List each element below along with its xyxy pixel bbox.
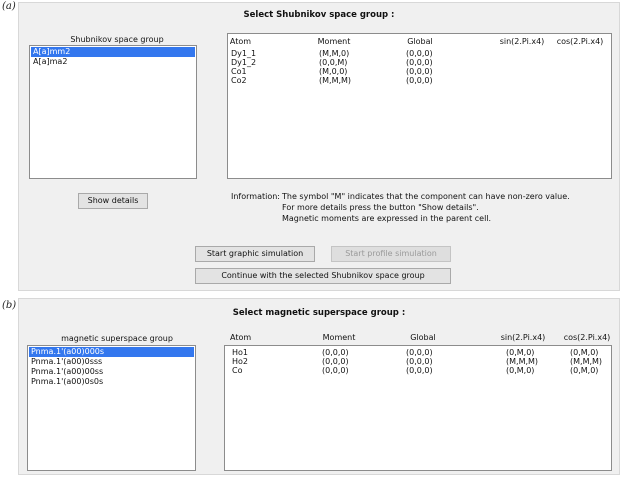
start-profile-simulation-button[interactable]: Start profile simulation — [331, 246, 451, 262]
col-header-global: Global — [410, 333, 436, 342]
shubnikov-group-list[interactable]: A[a]mm2 A[a]ma2 — [29, 45, 197, 179]
continue-shubnikov-button[interactable]: Continue with the selected Shubnikov spa… — [195, 268, 451, 284]
group-item[interactable]: Pnma.1'(a00)0s0s — [29, 377, 194, 387]
cell-moment: (0,0,0) — [322, 348, 349, 357]
cell-atom: Dy1_2 — [231, 58, 257, 67]
cell-moment: (0,0,0) — [322, 357, 349, 366]
cell-global: (0,0,0) — [406, 58, 433, 67]
cell-atom: Co1 — [231, 67, 247, 76]
group-item[interactable]: Pnma.1'(a00)00ss — [29, 367, 194, 377]
show-details-button[interactable]: Show details — [78, 193, 148, 209]
cell-atom: Co — [232, 366, 243, 375]
cell-global: (0,0,0) — [406, 49, 433, 58]
col-header-sin: sin(2.Pi.x4) — [500, 333, 546, 342]
info-line: For more details press the button "Show … — [282, 203, 479, 212]
cell-atom: Dy1_1 — [231, 49, 257, 58]
cell-global: (0,0,0) — [406, 348, 433, 357]
superspace-atom-table: Ho1 (0,0,0) (0,0,0) (0,M,0) (0,M,0) Ho2 … — [224, 345, 612, 471]
shubnikov-list-caption: Shubnikov space group — [70, 35, 164, 44]
cell-atom: Ho2 — [232, 357, 248, 366]
start-graphic-simulation-button[interactable]: Start graphic simulation — [195, 246, 315, 262]
superspace-panel-title: Select magnetic superspace group : — [232, 308, 406, 318]
cell-sin: (M,M,M) — [506, 357, 539, 366]
cell-moment: (M,0,0) — [319, 67, 348, 76]
cell-global: (0,0,0) — [406, 67, 433, 76]
cell-sin: (0,M,0) — [506, 366, 535, 375]
col-header-cos: cos(2.Pi.x4) — [563, 333, 611, 342]
cell-cos: (0,M,0) — [570, 348, 599, 357]
info-prefix: Information: — [231, 192, 281, 201]
superspace-list-caption: magnetic superspace group — [61, 334, 173, 343]
cell-atom: Co2 — [231, 76, 247, 85]
shubnikov-panel-title: Select Shubnikov space group : — [243, 10, 395, 20]
col-header-moment: Moment — [317, 37, 351, 46]
cell-moment: (M,M,0) — [319, 49, 350, 58]
col-header-sin: sin(2.Pi.x4) — [499, 37, 545, 46]
cell-moment: (M,M,M) — [319, 76, 352, 85]
panel-b-label: (b) — [2, 300, 17, 311]
cell-global: (0,0,0) — [406, 366, 433, 375]
cell-cos: (M,M,M) — [570, 357, 603, 366]
superspace-panel: Select magnetic superspace group : magne… — [18, 298, 620, 475]
cell-moment: (0,0,M) — [319, 58, 348, 67]
col-header-atom: Atom — [229, 37, 252, 46]
col-header-moment: Moment — [322, 333, 356, 342]
shubnikov-atom-table: Atom Moment Global sin(2.Pi.x4) cos(2.Pi… — [227, 33, 612, 179]
cell-sin: (0,M,0) — [506, 348, 535, 357]
cell-cos: (0,M,0) — [570, 366, 599, 375]
cell-moment: (0,0,0) — [322, 366, 349, 375]
superspace-group-list[interactable]: Pnma.1'(a00)000s Pnma.1'(a00)0sss Pnma.1… — [27, 345, 196, 471]
col-header-global: Global — [407, 37, 433, 46]
cell-atom: Ho1 — [232, 348, 248, 357]
panel-a-label: (a) — [2, 1, 16, 12]
info-line: The symbol "M" indicates that the compon… — [282, 192, 570, 201]
col-header-atom: Atom — [230, 333, 252, 342]
group-item-selected[interactable]: A[a]mm2 — [31, 47, 195, 57]
group-item-selected[interactable]: Pnma.1'(a00)000s — [29, 347, 194, 357]
group-item[interactable]: A[a]ma2 — [31, 57, 195, 67]
col-header-cos: cos(2.Pi.x4) — [556, 37, 604, 46]
shubnikov-panel: Select Shubnikov space group : Shubnikov… — [18, 2, 620, 291]
cell-global: (0,0,0) — [406, 76, 433, 85]
group-item[interactable]: Pnma.1'(a00)0sss — [29, 357, 194, 367]
info-line: Magnetic moments are expressed in the pa… — [282, 214, 492, 223]
cell-global: (0,0,0) — [406, 357, 433, 366]
